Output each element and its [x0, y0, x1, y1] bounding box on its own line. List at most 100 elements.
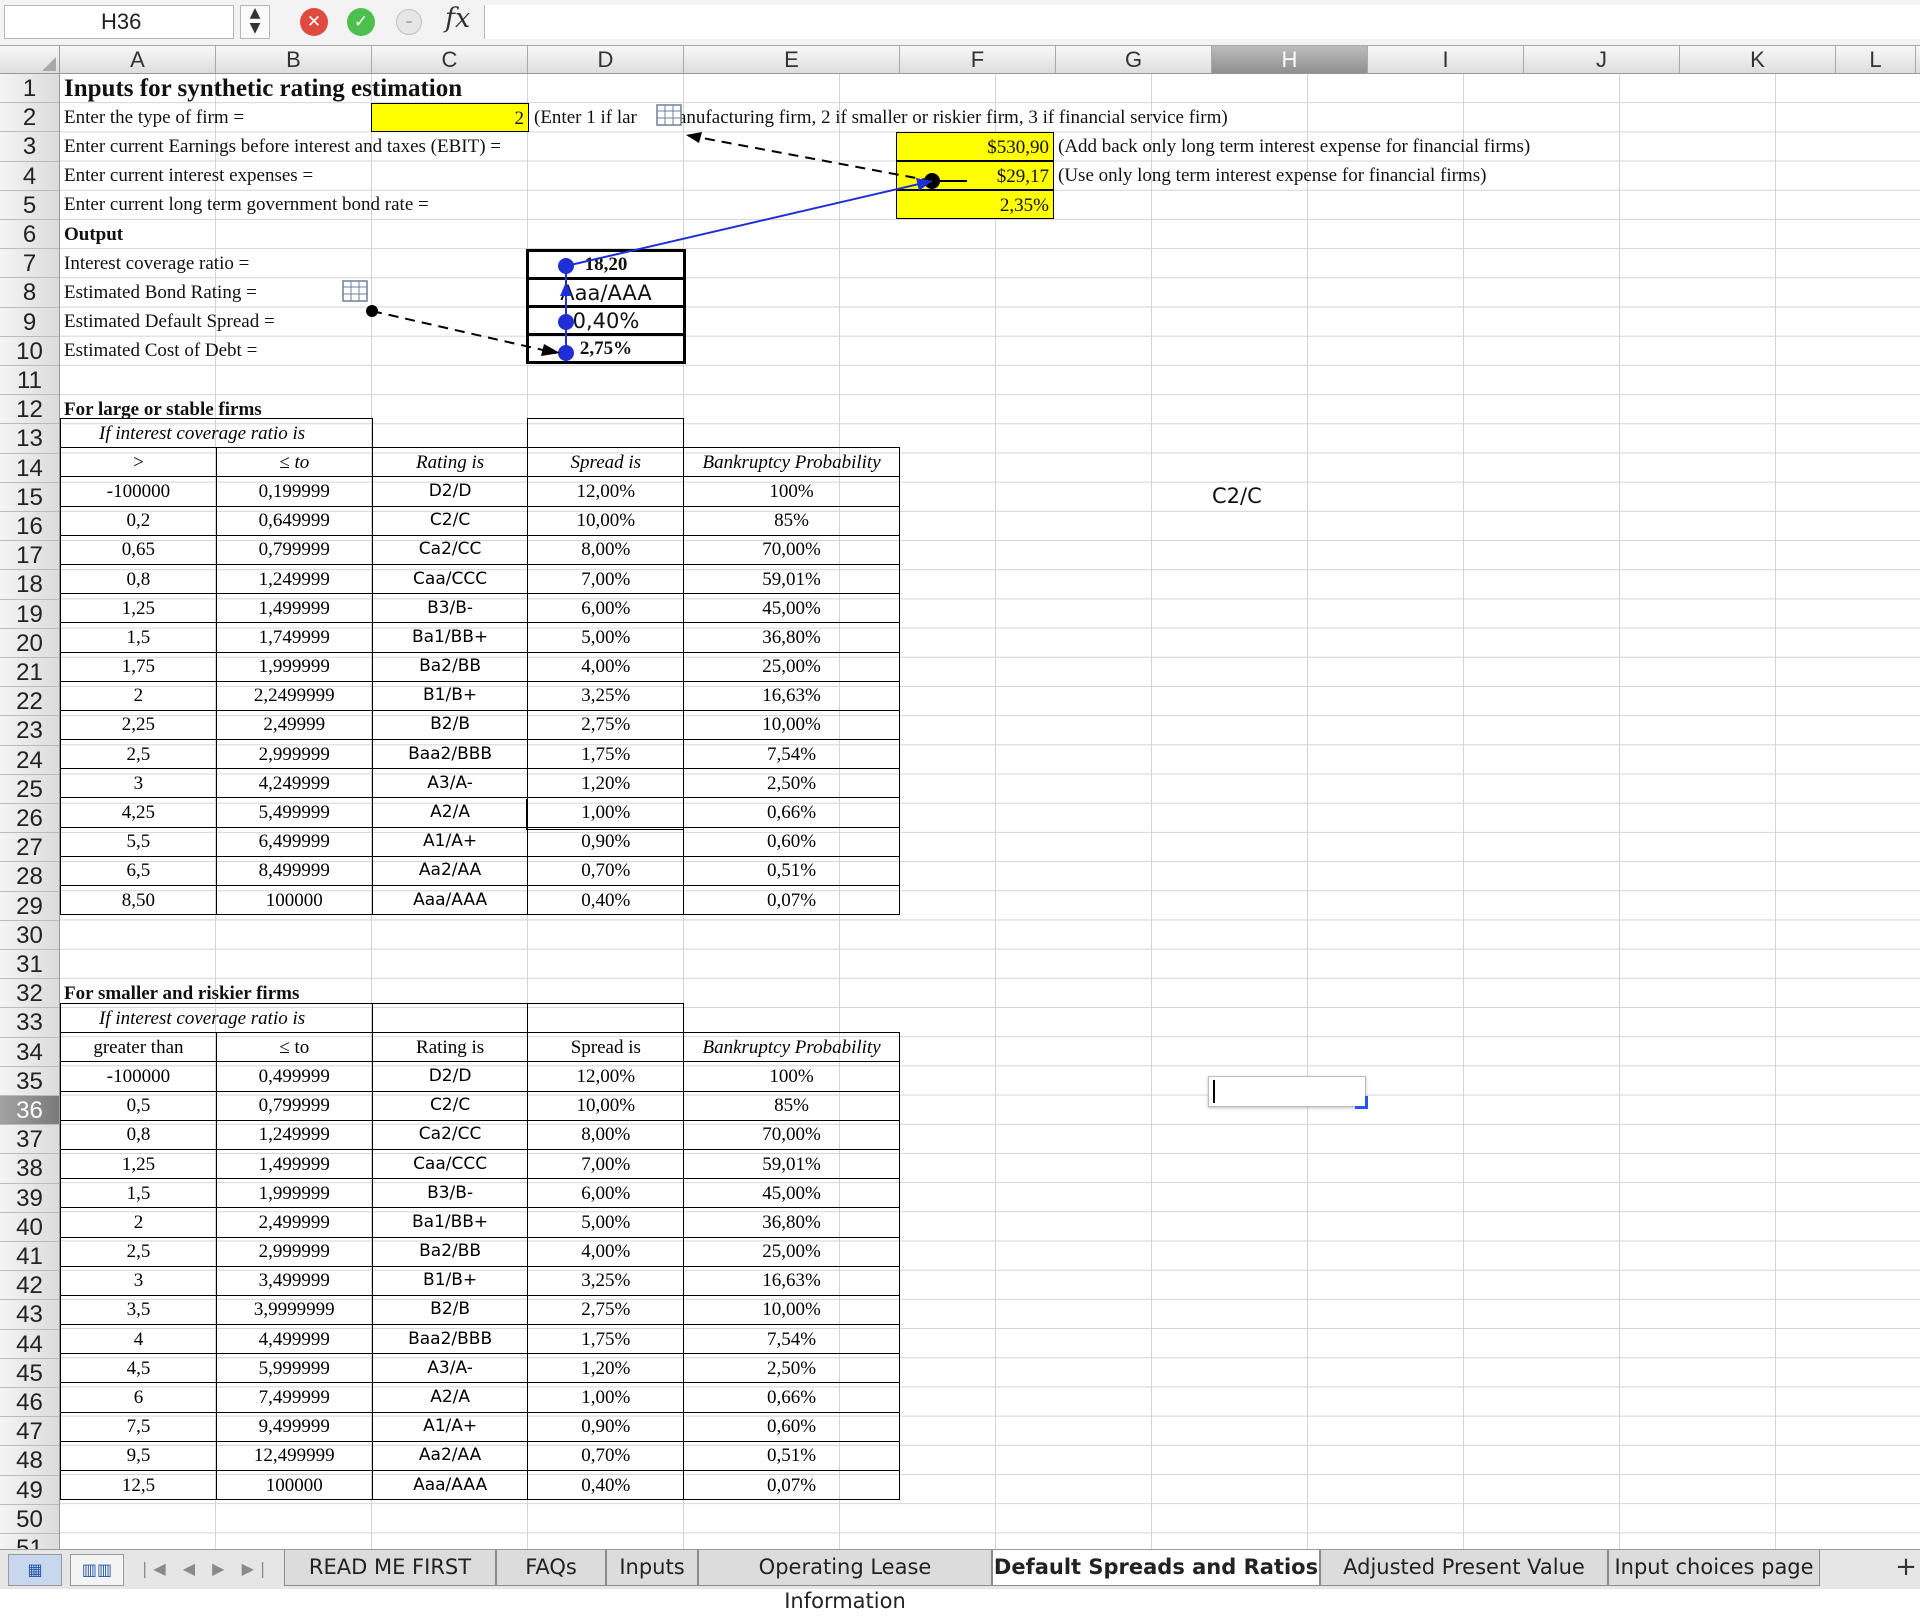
comment-grid-icon[interactable] [656, 104, 682, 126]
interest-input[interactable]: $29,17 [896, 161, 1054, 190]
row-header-1[interactable]: 1 [0, 74, 59, 104]
fx-label[interactable]: fx [445, 3, 470, 34]
sheet-tab[interactable]: Operating Lease Information [698, 1550, 992, 1613]
row-header-37[interactable]: 37 [0, 1125, 59, 1155]
table-cell[interactable]: 70,00% [683, 1119, 900, 1150]
table-cell[interactable]: 2,75% [527, 709, 685, 741]
sheet-tab[interactable]: READ ME FIRST [284, 1550, 496, 1586]
page-layout-view-icon[interactable]: ▥▥ [70, 1554, 124, 1586]
table-cell[interactable]: Caa/CCC [371, 563, 529, 595]
ebit-note[interactable]: (Add back only long term interest expens… [1054, 132, 1534, 161]
table-cell[interactable]: 0,40% [527, 884, 685, 916]
table-cell[interactable]: 100000 [215, 884, 373, 916]
row-header-14[interactable]: 14 [0, 454, 59, 483]
table-cell[interactable]: 0,799999 [215, 1090, 373, 1121]
row-header-30[interactable]: 30 [0, 921, 59, 950]
table-cell[interactable]: B1/B+ [371, 680, 529, 711]
table-cell[interactable]: 2,50% [683, 768, 900, 799]
table-cell[interactable]: 0,649999 [215, 505, 373, 536]
table-cell[interactable]: 0,66% [683, 797, 900, 828]
table-cell[interactable]: 3,9999999 [215, 1294, 373, 1326]
table-cell[interactable]: 8,50 [60, 884, 217, 916]
sheet-navigation-arrows-icon[interactable]: |◀ ◀ ▶ ▶| [142, 1556, 272, 1582]
large-subheading-blank-e[interactable] [684, 419, 900, 448]
table-cell[interactable]: 0,2 [60, 505, 217, 536]
table-cell[interactable]: 1,00% [527, 1382, 685, 1413]
table-cell[interactable]: 3,499999 [215, 1265, 373, 1296]
normal-view-icon[interactable]: ▦ [8, 1554, 62, 1586]
table-cell[interactable]: 2,999999 [215, 1236, 373, 1267]
table-cell[interactable]: 10,00% [683, 709, 900, 741]
output-heading[interactable]: Output [60, 220, 127, 249]
table-cell[interactable]: 3,25% [527, 1265, 685, 1296]
firm-type-input[interactable]: 2 [371, 103, 529, 132]
function-circle-icon[interactable]: – [396, 9, 422, 35]
table-cell[interactable]: 6,00% [527, 1178, 685, 1209]
rating-label[interactable]: Estimated Bond Rating = [60, 278, 261, 307]
table-cell[interactable]: 45,00% [683, 593, 900, 624]
bond-rate-label[interactable]: Enter current long term government bond … [60, 190, 433, 219]
table-cell[interactable]: 70,00% [683, 534, 900, 565]
table-cell[interactable]: 0,70% [527, 855, 685, 887]
table-cell[interactable]: A2/A [371, 797, 529, 828]
table-cell[interactable]: 4,5 [60, 1353, 217, 1384]
row-header-43[interactable]: 43 [0, 1300, 59, 1330]
table-cell[interactable]: 9,499999 [215, 1411, 373, 1442]
table-cell[interactable]: 4,25 [60, 797, 217, 828]
checkmark-icon[interactable]: ✓ [347, 8, 375, 36]
table-cell[interactable]: 85% [683, 1090, 900, 1121]
table-cell[interactable]: 36,80% [683, 1207, 900, 1238]
table-cell[interactable]: 7,499999 [215, 1382, 373, 1413]
table-cell[interactable]: Baa2/BBB [371, 1324, 529, 1355]
table-cell[interactable]: 36,80% [683, 622, 900, 653]
table-cell[interactable]: Ca2/CC [371, 534, 529, 565]
table-cell[interactable]: B2/B [371, 709, 529, 741]
small-subheading-blank-d[interactable] [527, 1002, 685, 1034]
table-cell[interactable]: 100% [683, 476, 900, 507]
table-cell[interactable]: 9,5 [60, 1440, 217, 1472]
row-header-19[interactable]: 19 [0, 600, 59, 629]
row-header-42[interactable]: 42 [0, 1271, 59, 1301]
row-header-48[interactable]: 48 [0, 1446, 59, 1476]
table-cell[interactable]: 8,499999 [215, 855, 373, 887]
table-cell[interactable]: 1,25 [60, 593, 217, 624]
row-header-36[interactable]: 36 [0, 1096, 59, 1126]
table-cell[interactable]: 7,54% [683, 1324, 900, 1355]
row-header-9[interactable]: 9 [0, 308, 59, 337]
table-cell[interactable]: B3/B- [371, 1178, 529, 1209]
table-cell[interactable]: C2/C [371, 1090, 529, 1121]
table-cell[interactable]: 1,5 [60, 622, 217, 653]
table-cell[interactable]: 7,54% [683, 739, 900, 770]
table-cell[interactable]: 1,20% [527, 768, 685, 799]
row-header-40[interactable]: 40 [0, 1213, 59, 1242]
sheet-tab[interactable]: FAQs [496, 1550, 606, 1586]
table-cell[interactable]: 0,51% [683, 1440, 900, 1472]
table-cell[interactable]: B3/B- [371, 593, 529, 624]
table-cell[interactable]: 0,60% [683, 1411, 900, 1442]
table-cell[interactable]: 0,8 [60, 563, 217, 595]
column-header-b[interactable]: B [216, 46, 372, 73]
cost-output[interactable]: 2,75% [526, 333, 686, 364]
table-cell[interactable]: 5,00% [527, 622, 685, 653]
table-cell[interactable]: Aaa/AAA [371, 1469, 529, 1501]
large-subheading-blank[interactable] [372, 418, 529, 449]
formula-input[interactable] [484, 5, 1920, 39]
small-subheading-blank-e[interactable] [684, 1004, 900, 1033]
table-cell[interactable]: 12,499999 [215, 1440, 373, 1472]
table-cell[interactable]: 0,90% [527, 1411, 685, 1442]
bond-rate-input[interactable]: 2,35% [896, 190, 1054, 219]
table-cell[interactable]: C2/C [371, 505, 529, 536]
table-cell[interactable]: 1,249999 [215, 1119, 373, 1150]
table-cell[interactable]: -100000 [60, 476, 217, 507]
table-cell[interactable]: 2,50% [683, 1353, 900, 1384]
interest-note[interactable]: (Use only long term interest expense for… [1054, 161, 1490, 190]
table-cell[interactable]: 100% [683, 1061, 900, 1092]
table-cell[interactable]: 1,5 [60, 1178, 217, 1209]
column-header-d[interactable]: D [528, 46, 684, 73]
table-cell[interactable]: A3/A- [371, 1353, 529, 1384]
row-header-29[interactable]: 29 [0, 892, 59, 921]
column-header-h[interactable]: H [1212, 46, 1368, 73]
row-header-22[interactable]: 22 [0, 687, 59, 717]
row-header-6[interactable]: 6 [0, 220, 59, 250]
table-cell[interactable]: 1,20% [527, 1353, 685, 1384]
